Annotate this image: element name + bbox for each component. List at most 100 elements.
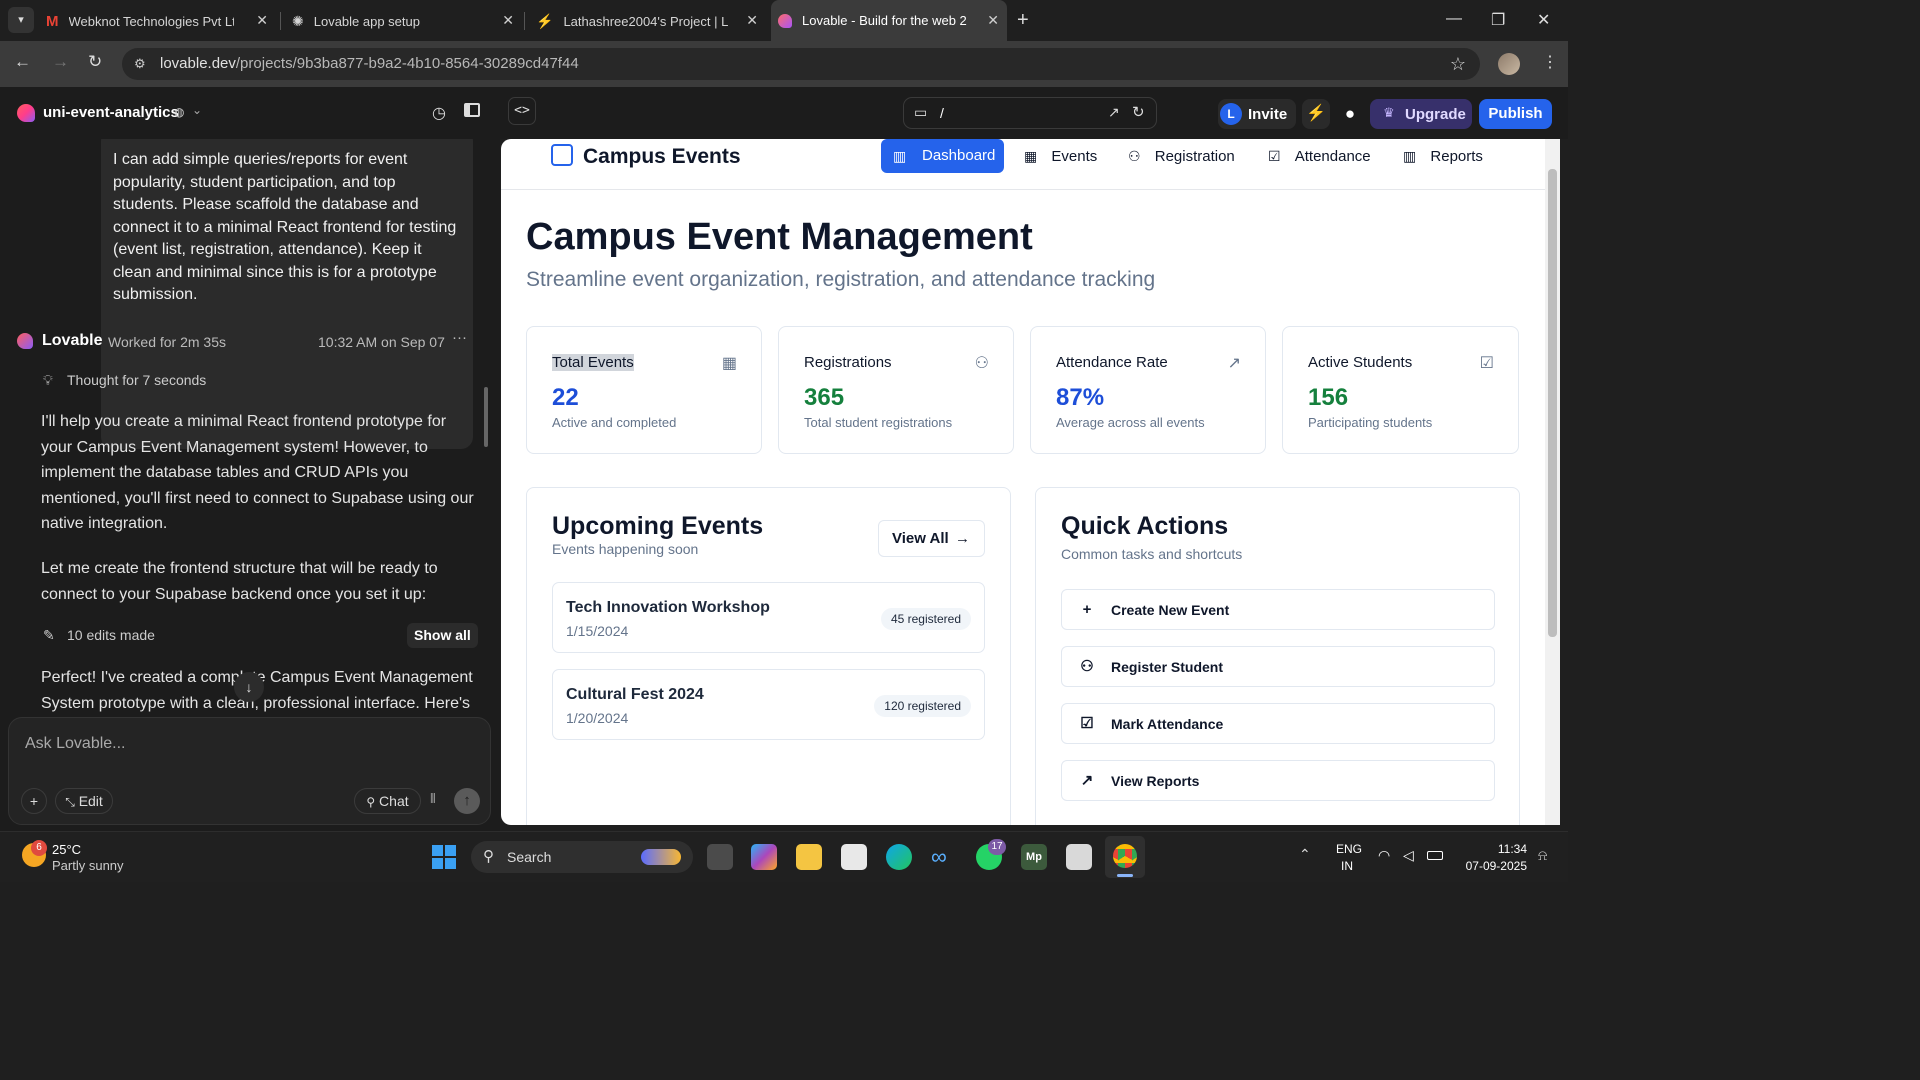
file-explorer-icon[interactable] [796,844,822,870]
publish-button[interactable]: Publish [1479,99,1552,129]
url-host: lovable.dev [160,55,236,72]
wifi-icon[interactable]: ◠ [1378,847,1390,864]
event-item[interactable]: Cultural Fest 2024 1/20/2024 120 registe… [552,669,985,740]
trending-up-icon: ↗ [1080,772,1094,789]
chat-scrollbar[interactable] [484,387,488,447]
chevron-down-icon[interactable]: ⌄ [192,103,202,117]
invite-button[interactable]: L Invite [1218,99,1296,129]
close-icon[interactable]: ✕ [502,12,514,29]
close-icon[interactable]: ✕ [987,12,999,29]
chrome-taskbar-button[interactable] [1105,836,1145,878]
gmail-icon: M [46,12,59,30]
lang-primary[interactable]: ENG [1336,842,1362,856]
site-info-icon[interactable]: ⚙ [134,48,146,80]
preview-scrollbar[interactable] [1545,139,1560,825]
nav-attendance[interactable]: ☑ Attendance [1268,139,1371,173]
view-reports-button[interactable]: ↗ View Reports [1061,760,1495,801]
mark-attendance-button[interactable]: ☑ Mark Attendance [1061,703,1495,744]
github-icon[interactable]: ● [1336,99,1364,129]
forward-icon[interactable]: → [52,52,69,72]
more-options-icon[interactable]: ··· [452,329,467,346]
tab-title: Lovable app setup [313,13,420,29]
thought-duration[interactable]: Thought for 7 seconds [67,372,206,388]
show-all-button[interactable]: Show all [407,623,478,648]
tab-title: Lathashree2004's Project | Lath [563,13,729,29]
chat-mode-button[interactable]: ⚲ Chat [354,788,421,814]
route-bar[interactable]: ▭ / ↗ ↻ [903,97,1157,129]
scroll-down-icon[interactable]: ↓ [234,672,264,702]
mp-app-icon[interactable]: Mp [1021,844,1047,870]
tab-lovable-active[interactable]: Lovable - Build for the web 20x ✕ [771,0,1007,41]
task-view-icon[interactable] [707,844,733,870]
chat-scroll-area[interactable]: I can add simple queries/reports for eve… [0,139,500,714]
supabase-icon[interactable]: ⚡ [1302,99,1330,129]
edge-icon[interactable] [886,844,912,870]
clock-time[interactable]: 11:34 [1493,842,1527,856]
nav-events[interactable]: ▦ Events [1024,139,1097,173]
nav-dashboard[interactable]: ▥ Dashboard [881,139,1004,173]
search-highlight-icon [641,849,681,865]
voice-icon[interactable]: ⦀ [430,791,436,807]
users-icon: ⚇ [974,355,989,372]
tab-supabase-project[interactable]: ⚡ Lathashree2004's Project | Lath ✕ [536,6,766,36]
url-bar[interactable]: ⚙ lovable.dev/projects/9b3ba877-b9a2-4b1… [122,48,1480,80]
stat-card-registrations: Registrations ⚇ 365 Total student regist… [778,326,1014,454]
chat-input[interactable]: Ask Lovable... [25,735,126,753]
back-icon[interactable]: ← [14,52,31,72]
worked-for: Worked for 2m 35s [108,334,227,350]
view-all-button[interactable]: View All → [878,520,985,557]
lovable-icon [778,13,792,28]
tray-overflow-icon[interactable]: ⌃ [1299,846,1311,863]
volume-icon[interactable]: ◁ [1403,847,1414,864]
event-item[interactable]: Tech Innovation Workshop 1/15/2024 45 re… [552,582,985,653]
reload-icon[interactable]: ↻ [88,52,102,72]
active-indicator [1117,874,1133,877]
new-tab-icon[interactable]: + [1017,9,1029,32]
stat-label: Total Events [552,354,634,371]
scrollbar-thumb[interactable] [1548,169,1557,637]
infinity-app-icon[interactable]: ∞ [931,844,947,870]
tab-gmail[interactable]: M Webknot Technologies Pvt Ltd ( ✕ [46,6,276,36]
tab-lovable-setup[interactable]: ✺ Lovable app setup ✕ [292,6,522,36]
bookmark-star-icon[interactable]: ☆ [1450,48,1466,80]
open-external-icon[interactable]: ↗ [1108,104,1120,121]
register-student-button[interactable]: ⚇ Register Student [1061,646,1495,687]
route-path[interactable]: / [940,105,944,121]
upgrade-button[interactable]: ♛ Upgrade [1370,99,1472,129]
close-icon[interactable]: ✕ [256,12,268,29]
event-name: Tech Innovation Workshop [566,599,770,616]
device-preview-icon[interactable]: ▭ [914,104,927,121]
windows-start-icon[interactable] [432,845,456,869]
copilot-icon[interactable] [751,844,777,870]
notification-bell-icon[interactable]: ⍾ [1538,847,1547,864]
snipping-tool-icon[interactable] [1066,844,1092,870]
history-icon[interactable]: ◷ [432,103,446,123]
restore-icon[interactable]: ❐ [1491,10,1505,30]
crown-icon: ♛ [1383,105,1395,120]
brand-name[interactable]: Campus Events [583,145,741,169]
add-attachment-icon[interactable]: + [21,788,47,814]
taskbar-search[interactable]: ⚲ Search [471,841,693,873]
sidebar-toggle-icon[interactable] [464,103,480,117]
window-close-icon[interactable]: ✕ [1537,10,1550,30]
close-icon[interactable]: ✕ [746,12,758,29]
stat-label: Active Students [1308,354,1413,371]
profile-avatar[interactable] [1498,53,1520,75]
edit-mode-button[interactable]: ⤡ Edit [55,788,113,814]
sender-name: Lovable [42,332,103,349]
refresh-preview-icon[interactable]: ↻ [1132,103,1145,121]
project-name[interactable]: uni-event-analytics [43,104,179,121]
temperature[interactable]: 25°C [52,842,81,857]
minimize-icon[interactable]: — [1446,10,1462,28]
code-view-icon[interactable]: <> [508,97,536,125]
lovable-header: uni-event-analytics ◍ ⌄ ◷ <> ▭ / ↗ ↻ L I… [0,87,1568,139]
tab-search-button[interactable]: ▾ [8,7,34,33]
create-event-button[interactable]: + Create New Event [1061,589,1495,630]
nav-reports[interactable]: ▥ Reports [1403,139,1483,173]
store-icon[interactable] [841,844,867,870]
nav-registration[interactable]: ⚇ Registration [1128,139,1235,173]
browser-menu-icon[interactable]: ⋮ [1542,52,1558,72]
calendar-icon: ▦ [721,355,737,372]
battery-icon[interactable] [1427,851,1443,860]
send-icon[interactable]: ↑ [454,788,480,814]
